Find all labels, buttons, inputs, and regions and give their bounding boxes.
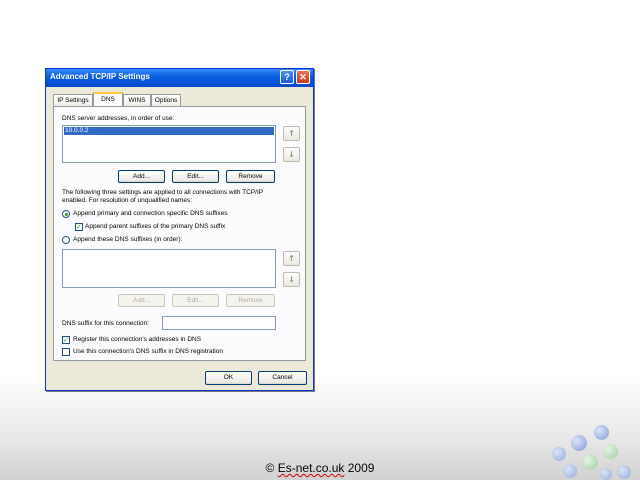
connection-suffix-input[interactable] bbox=[162, 316, 276, 330]
append-these-label: Append these DNS suffixes (in order): bbox=[73, 236, 183, 243]
close-button[interactable]: ✕ bbox=[296, 70, 310, 84]
bubble-decoration bbox=[594, 425, 609, 440]
bubble-decoration bbox=[603, 444, 618, 459]
suffix-move-down-button[interactable]: ↓ bbox=[283, 272, 300, 287]
connection-suffix-label: DNS suffix for this connection: bbox=[62, 320, 149, 327]
bubble-decoration bbox=[582, 454, 598, 470]
remove-server-button[interactable]: Remove bbox=[226, 170, 275, 183]
append-primary-radio[interactable] bbox=[62, 210, 70, 218]
suffix-move-up-button[interactable]: ↑ bbox=[283, 251, 300, 266]
dns-suffix-list[interactable] bbox=[62, 249, 276, 288]
copyright-year: 2009 bbox=[344, 461, 375, 475]
advanced-tcpip-dialog: Advanced TCP/IP Settings ? ✕ IP Settings… bbox=[45, 68, 314, 391]
register-addresses-checkbox[interactable]: ✓ bbox=[62, 336, 70, 344]
append-primary-label: Append primary and connection specific D… bbox=[73, 210, 228, 217]
edit-suffix-button[interactable]: Edit... bbox=[172, 294, 219, 307]
help-button[interactable]: ? bbox=[280, 70, 294, 84]
list-item[interactable]: 10.0.0.2 bbox=[64, 127, 274, 135]
ok-button[interactable]: OK bbox=[205, 371, 252, 385]
bubble-decoration bbox=[617, 465, 631, 479]
bubble-decoration bbox=[571, 435, 587, 451]
move-down-button[interactable]: ↓ bbox=[283, 147, 300, 162]
info-text-line1: The following three settings are applied… bbox=[62, 189, 264, 196]
append-parent-label: Append parent suffixes of the primary DN… bbox=[85, 223, 226, 230]
use-suffix-registration-label: Use this connection's DNS suffix in DNS … bbox=[73, 348, 223, 355]
bubble-decoration bbox=[600, 468, 612, 480]
dns-tab-panel: DNS server addresses, in order of use: 1… bbox=[53, 106, 306, 361]
cancel-button[interactable]: Cancel bbox=[258, 371, 307, 385]
dialog-title: Advanced TCP/IP Settings bbox=[50, 72, 150, 81]
add-server-button[interactable]: Add... bbox=[118, 170, 165, 183]
arrow-down-icon: ↓ bbox=[288, 150, 295, 159]
dns-servers-label: DNS server addresses, in order of use: bbox=[62, 115, 175, 122]
arrow-up-icon: ↑ bbox=[288, 129, 295, 138]
copyright-site: Es-net.co.uk bbox=[277, 461, 345, 475]
arrow-down-icon: ↓ bbox=[288, 275, 295, 284]
copyright-footer: © Es-net.co.uk 2009 bbox=[0, 461, 640, 475]
tab-wins[interactable]: WINS bbox=[123, 94, 151, 106]
move-up-button[interactable]: ↑ bbox=[283, 126, 300, 141]
dns-servers-list[interactable]: 10.0.0.2 bbox=[62, 125, 276, 163]
tab-ip-settings[interactable]: IP Settings bbox=[53, 94, 93, 106]
edit-server-button[interactable]: Edit... bbox=[172, 170, 219, 183]
bubble-decoration bbox=[552, 447, 566, 461]
tab-options[interactable]: Options bbox=[151, 94, 181, 106]
info-text-line2: enabled. For resolution of unqualified n… bbox=[62, 197, 193, 204]
append-these-radio[interactable] bbox=[62, 236, 70, 244]
copyright-prefix: © bbox=[265, 461, 278, 475]
register-addresses-label: Register this connection's addresses in … bbox=[73, 336, 202, 343]
title-bar[interactable]: Advanced TCP/IP Settings ? ✕ bbox=[46, 69, 313, 87]
append-parent-checkbox[interactable]: ✓ bbox=[75, 223, 83, 231]
bubble-decoration bbox=[563, 464, 577, 478]
use-suffix-registration-checkbox[interactable] bbox=[62, 348, 70, 356]
arrow-up-icon: ↑ bbox=[288, 254, 295, 263]
remove-suffix-button[interactable]: Remove bbox=[226, 294, 275, 307]
add-suffix-button[interactable]: Add... bbox=[118, 294, 165, 307]
tab-dns[interactable]: DNS bbox=[93, 92, 123, 106]
